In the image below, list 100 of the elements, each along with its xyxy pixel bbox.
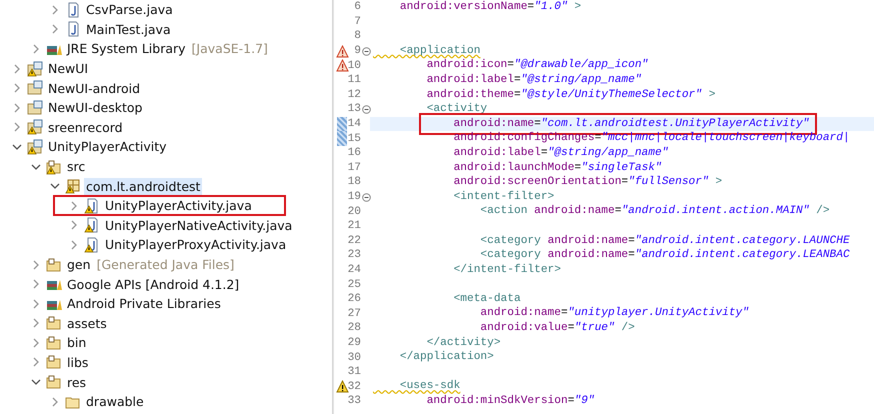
line-number: 29 xyxy=(348,336,361,349)
tree-item-label[interactable]: assets xyxy=(65,314,109,332)
code-token: = xyxy=(568,321,574,336)
tree-item-label[interactable]: sreenrecord xyxy=(46,118,125,136)
code-token: = xyxy=(628,248,635,263)
fold-icon[interactable] xyxy=(362,192,371,202)
tree-item-label[interactable]: UnityPlayerActivity xyxy=(46,138,168,156)
line-number: 20 xyxy=(348,206,361,218)
code-token: "@string/app_name" xyxy=(520,72,642,88)
line-number: 16 xyxy=(348,147,361,160)
code-token: <uses-sdk xyxy=(398,379,460,394)
code-token: android:value xyxy=(479,321,568,336)
code-token: = xyxy=(614,204,622,219)
expand-chevron-icon[interactable] xyxy=(69,220,79,230)
tree-item-label[interactable]: bin xyxy=(65,334,88,352)
code-token: = xyxy=(621,175,628,190)
expand-chevron-icon[interactable] xyxy=(31,298,41,309)
line-number: 6 xyxy=(354,1,361,14)
expand-chevron-icon[interactable] xyxy=(31,338,41,348)
line-number: 9 xyxy=(354,45,361,58)
tree-item-label[interactable]: NewUI-android xyxy=(46,80,142,97)
code-token: "true" xyxy=(574,321,615,336)
code-token: android:configChanges xyxy=(452,131,595,146)
tree-item-label[interactable]: NewUI-desktop xyxy=(46,99,144,116)
code-token: </activity> xyxy=(426,336,501,350)
line-number: 27 xyxy=(348,308,361,320)
code-token: android:name xyxy=(479,306,561,322)
code-token: = xyxy=(507,58,514,73)
code-token: "@drawable/app_icon" xyxy=(514,58,648,73)
code-token: <meta-data xyxy=(452,292,521,306)
collapse-chevron-icon[interactable] xyxy=(31,162,41,172)
line-number: 13 xyxy=(348,103,361,116)
tree-item-label[interactable]: NewUI xyxy=(46,60,90,78)
line-number: 7 xyxy=(354,16,361,28)
line-number: 30 xyxy=(348,352,361,364)
expand-chevron-icon[interactable] xyxy=(12,64,22,74)
tree-item-label[interactable]: res xyxy=(65,374,88,391)
code-token: = xyxy=(594,131,602,146)
collapse-chevron-icon[interactable] xyxy=(31,377,41,388)
code-token: android:minSdkVersion xyxy=(426,394,568,409)
code-token: = xyxy=(514,72,521,88)
expand-chevron-icon[interactable] xyxy=(31,318,41,328)
tree-item-label[interactable]: com.lt.androidtest xyxy=(84,178,202,195)
line-number: 11 xyxy=(348,74,361,86)
line-number: 26 xyxy=(348,293,361,306)
tree-item-label[interactable]: JRE System Library xyxy=(65,40,188,58)
collapse-chevron-icon[interactable] xyxy=(50,181,60,192)
tree-item-label[interactable]: UnityPlayerActivity.java xyxy=(103,197,254,214)
code-token: android:label xyxy=(452,146,541,161)
code-token: </application> xyxy=(398,350,494,365)
code-token: <action xyxy=(479,204,528,219)
tree-item-decoration: [Generated Java Files] xyxy=(96,257,234,272)
tree-item-label[interactable]: Android Private Libraries xyxy=(65,295,223,312)
collapse-chevron-icon[interactable] xyxy=(12,142,22,152)
code-token: <activity xyxy=(426,102,488,117)
code-token: "9" xyxy=(574,394,595,409)
code-token: "singleTask" xyxy=(581,160,662,176)
expand-chevron-icon[interactable] xyxy=(31,260,41,270)
tree-item-label[interactable]: UnityPlayerProxyActivity.java xyxy=(103,236,288,254)
expand-chevron-icon[interactable] xyxy=(31,357,41,368)
code-token: <application xyxy=(398,44,480,58)
code-token: android:versionName xyxy=(398,0,528,15)
code-token: /> xyxy=(815,204,830,219)
code-token: android:launchMode xyxy=(452,160,574,176)
line-number: 19 xyxy=(348,191,361,204)
expand-chevron-icon[interactable] xyxy=(50,396,60,407)
expand-chevron-icon[interactable] xyxy=(31,44,41,54)
line-number: 32 xyxy=(348,380,361,393)
tree-item-label[interactable]: libs xyxy=(65,354,90,371)
tree-item-label[interactable]: src xyxy=(65,158,88,176)
expand-chevron-icon[interactable] xyxy=(69,200,79,211)
fold-icon[interactable] xyxy=(362,104,371,114)
tree-item-label[interactable]: MainTest.java xyxy=(84,20,173,38)
tree-item-label[interactable]: gen xyxy=(65,256,93,274)
tree-item-label[interactable]: UnityPlayerNativeActivity.java xyxy=(103,216,294,234)
expand-chevron-icon[interactable] xyxy=(12,83,22,94)
code-token: <category xyxy=(479,234,542,248)
expand-chevron-icon[interactable] xyxy=(31,279,41,290)
expand-chevron-icon[interactable] xyxy=(50,24,60,34)
code-token: "fullSensor" xyxy=(628,175,709,190)
code-token: android:label xyxy=(426,72,514,88)
expand-chevron-icon[interactable] xyxy=(12,122,22,132)
code-token: "1.0" xyxy=(534,0,568,15)
line-number: 12 xyxy=(348,88,361,101)
expand-chevron-icon[interactable] xyxy=(69,240,79,250)
expand-chevron-icon[interactable] xyxy=(12,102,22,113)
line-number: 17 xyxy=(348,162,361,174)
tree-item-label[interactable]: drawable xyxy=(84,393,146,410)
code-token: android:screenOrientation xyxy=(452,175,622,190)
code-token: android:icon xyxy=(426,58,508,73)
code-token: = xyxy=(574,160,582,176)
code-token: = xyxy=(568,394,574,409)
code-token: "unityplayer.UnityActivity" xyxy=(568,306,749,322)
tree-item-label[interactable]: Google APIs [Android 4.1.2] xyxy=(65,276,242,293)
tree-item-label[interactable]: CsvParse.java xyxy=(84,1,175,18)
expand-chevron-icon[interactable] xyxy=(50,4,60,15)
fold-icon[interactable] xyxy=(362,46,371,56)
line-number: 14 xyxy=(348,118,361,130)
line-number: 21 xyxy=(348,220,361,232)
line-number: 8 xyxy=(354,30,361,42)
